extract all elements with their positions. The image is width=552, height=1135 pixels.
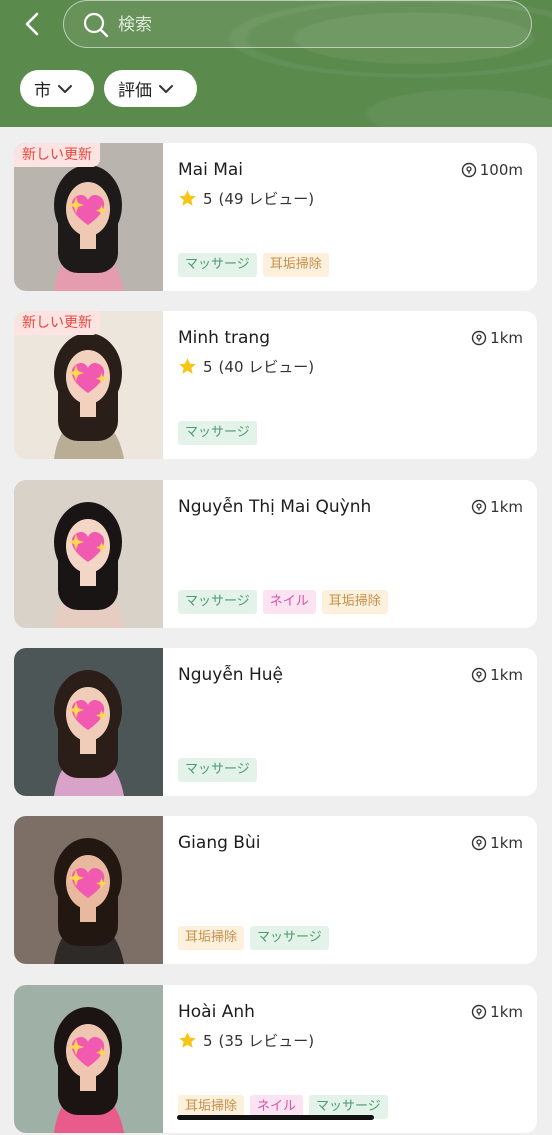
service-tag: 耳垢掃除: [262, 253, 329, 277]
location-pin-icon: [471, 330, 487, 346]
service-tags: 耳垢掃除 マッサージ: [178, 926, 329, 950]
review-count: (35 レビュー): [218, 1032, 315, 1050]
location-pin-icon: [461, 162, 476, 178]
location-pin-icon: [471, 667, 487, 683]
distance-value: 100m: [479, 161, 523, 179]
rating-score: 5: [203, 1031, 213, 1050]
profile-photo-art: [14, 480, 163, 628]
star-icon: [179, 190, 196, 206]
therapist-name: Minh trang: [178, 328, 270, 348]
header: 市 評価: [0, 0, 552, 127]
rating: 5 (35 レビュー): [178, 1030, 314, 1051]
profile-photo: [14, 480, 163, 628]
review-count: (40 レビュー): [218, 358, 315, 376]
profile-photo-art: [14, 985, 163, 1133]
back-arrow-icon[interactable]: [18, 9, 48, 39]
chevron-down-icon: [58, 84, 72, 93]
distance-value: 1km: [490, 666, 523, 684]
service-tags: マッサージ 耳垢掃除: [178, 253, 329, 277]
search-bar[interactable]: [63, 0, 532, 48]
service-tags: マッサージ: [178, 421, 257, 445]
service-tag: マッサージ: [178, 253, 257, 277]
service-tag: マッサージ: [178, 758, 257, 782]
distance: 1km: [471, 834, 523, 852]
profile-photo: [14, 648, 163, 796]
service-tags: マッサージ ネイル 耳垢掃除: [178, 590, 388, 614]
rating: 5 (40 レビュー): [178, 356, 314, 377]
therapist-name: Nguyễn Thị Mai Quỳnh: [178, 497, 372, 517]
rating-score: 5: [203, 189, 213, 208]
profile-photo-art: [14, 816, 163, 964]
distance: 1km: [471, 498, 523, 516]
profile-photo: [14, 985, 163, 1133]
distance-value: 1km: [490, 834, 523, 852]
rating-filter-label: 評価: [118, 81, 152, 101]
service-tag: マッサージ: [178, 421, 257, 445]
distance: 1km: [471, 329, 523, 347]
service-tag: 耳垢掃除: [178, 926, 245, 950]
search-icon: [83, 12, 109, 38]
distance-value: 1km: [490, 498, 523, 516]
location-pin-icon: [471, 1004, 487, 1020]
review-count: (49 レビュー): [218, 190, 315, 208]
new-update-badge: 新しい更新: [14, 311, 100, 335]
profile-photo-art: [14, 648, 163, 796]
therapist-name: Giang Bùi: [178, 833, 261, 853]
service-tag: マッサージ: [250, 926, 329, 950]
star-icon: [179, 1032, 196, 1048]
service-tags: マッサージ: [178, 758, 257, 782]
profile-photo: [14, 816, 163, 964]
location-pin-icon: [471, 499, 487, 515]
home-indicator: [177, 1115, 374, 1120]
therapist-name: Nguyễn Huệ: [178, 665, 283, 685]
distance: 100m: [461, 161, 523, 179]
therapist-card[interactable]: Hoài Anh 1km 5 (35 レビュー) 耳垢掃除 ネイル マッサージ: [14, 985, 537, 1133]
chevron-down-icon: [159, 84, 173, 93]
location-pin-icon: [471, 835, 487, 851]
therapist-name: Mai Mai: [178, 160, 244, 180]
service-tag: ネイル: [262, 590, 316, 614]
distance-value: 1km: [490, 1003, 523, 1021]
rating-score: 5: [203, 357, 213, 376]
city-filter-label: 市: [34, 81, 51, 101]
therapist-card[interactable]: 新しい更新 Minh trang 1km 5 (40 レビュー) マッサージ: [14, 311, 537, 459]
therapist-card[interactable]: Nguyễn Huệ 1km マッサージ: [14, 648, 537, 796]
rating: 5 (49 レビュー): [178, 188, 314, 209]
therapist-card[interactable]: 新しい更新 Mai Mai 100m 5 (49 レビュー) マッサージ 耳垢掃除: [14, 143, 537, 291]
new-update-badge: 新しい更新: [14, 143, 100, 167]
star-icon: [179, 358, 196, 374]
service-tag: マッサージ: [178, 590, 257, 614]
therapist-name: Hoài Anh: [178, 1002, 255, 1022]
city-filter-dropdown[interactable]: 市: [20, 70, 94, 107]
distance: 1km: [471, 1003, 523, 1021]
search-input[interactable]: [118, 12, 498, 38]
distance: 1km: [471, 666, 523, 684]
therapist-card[interactable]: Nguyễn Thị Mai Quỳnh 1km マッサージ ネイル 耳垢掃除: [14, 480, 537, 628]
service-tag: 耳垢掃除: [321, 590, 388, 614]
distance-value: 1km: [490, 329, 523, 347]
therapist-card[interactable]: Giang Bùi 1km 耳垢掃除 マッサージ: [14, 816, 537, 964]
rating-filter-dropdown[interactable]: 評価: [104, 70, 197, 107]
